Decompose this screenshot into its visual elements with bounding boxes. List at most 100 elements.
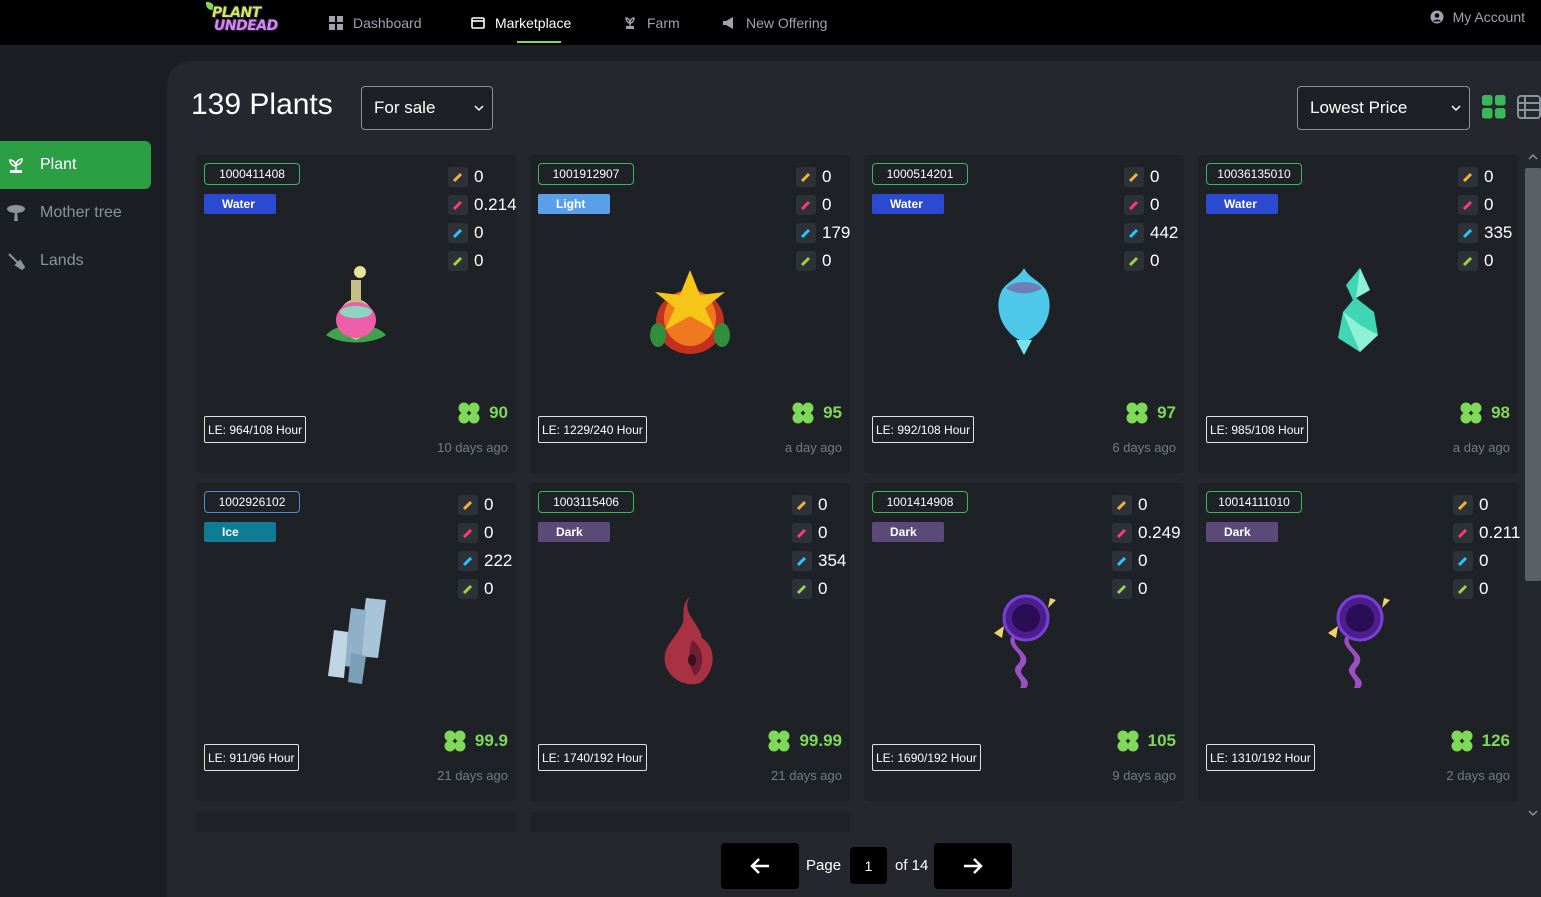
stat-value: 0 — [1150, 251, 1160, 270]
plant-card[interactable]: 1001912907 Light 0 0 179 0 LE: 1229/240 … — [530, 155, 850, 473]
element-label: Dark — [1224, 525, 1251, 539]
scrollbar-thumb[interactable] — [1525, 168, 1541, 581]
clover-icon — [768, 730, 790, 752]
price: 98 — [1459, 401, 1510, 425]
page-title: 139 Plants — [191, 88, 333, 121]
sidebar-item-mother-tree[interactable]: Mother tree — [0, 189, 151, 237]
multicolor-potion-icon — [796, 251, 816, 271]
yellow-potion-icon — [1453, 495, 1473, 515]
scroll-up-arrow-icon[interactable] — [1525, 152, 1541, 162]
plant-card[interactable]: 10036135010 Water 0 0 335 0 LE: 985/108 … — [1198, 155, 1518, 473]
grid-view-icon[interactable] — [1482, 95, 1506, 119]
previous-page-button[interactable] — [721, 843, 799, 889]
stat-value: 0 — [1479, 579, 1489, 598]
nav-new-offering[interactable]: New Offering — [722, 0, 827, 45]
multicolor-potion-icon — [1458, 251, 1478, 271]
stat-value: 0 — [818, 579, 828, 598]
nav-dashboard[interactable]: Dashboard — [329, 0, 422, 45]
plant-id-badge: 1001414908 — [872, 491, 968, 513]
list-view-icon[interactable] — [1517, 95, 1541, 119]
listing-age: a day ago — [784, 440, 842, 455]
active-tab-underline — [517, 41, 561, 43]
price: 105 — [1116, 729, 1176, 753]
page-label: Page — [806, 857, 842, 874]
plant-id-badge: 1000514201 — [872, 163, 968, 185]
stat-value: 0 — [822, 167, 832, 186]
element-badge-water: Water — [204, 194, 276, 214]
plant-card-partial[interactable] — [530, 812, 850, 832]
stat-value: 179 — [822, 223, 851, 242]
blue-bud-plant-image — [998, 268, 1050, 355]
stats-list: 0 0 354 0 — [792, 491, 846, 603]
stat-value: 442 — [1150, 223, 1179, 242]
multicolor-potion-icon — [1124, 251, 1144, 271]
price-value: 105 — [1147, 731, 1176, 750]
blue-potion-icon — [458, 551, 478, 571]
element-badge-light: Light — [538, 194, 610, 214]
nav-farm-label: Farm — [647, 14, 680, 31]
price: 126 — [1450, 729, 1510, 753]
stat-value: 0 — [1479, 495, 1489, 514]
yellow-potion-icon — [1112, 495, 1132, 515]
megaphone-icon — [723, 16, 733, 29]
plant-vs-undead-logo[interactable]: PLANT UNDEAD — [204, 2, 284, 36]
price: 90 — [457, 401, 508, 425]
chevron-down-icon — [1451, 105, 1461, 112]
listing-age: 21 days ago — [771, 768, 842, 783]
scroll-down-arrow-icon[interactable] — [1525, 808, 1541, 818]
nav-dashboard-label: Dashboard — [353, 14, 422, 31]
listing-age: 2 days ago — [1446, 768, 1510, 783]
plant-id-badge: 1003115406 — [538, 491, 634, 513]
yellow-potion-icon — [1458, 167, 1478, 187]
plant-card[interactable]: 1000411408 Water 0 0.214 0 0 LE: 964/108… — [196, 155, 517, 473]
plant-card-partial[interactable] — [196, 812, 516, 832]
stat-value: 0 — [1150, 195, 1160, 214]
plant-card[interactable]: 10014111010 Dark 0 0.211 0 0 LE: 1310/19… — [1198, 483, 1520, 801]
stat-value: 0 — [484, 579, 494, 598]
dark-orb-plant-image — [1328, 594, 1390, 688]
farm-icon — [625, 16, 635, 29]
blue-potion-icon — [1458, 223, 1478, 243]
stat-value: 0.214 — [474, 195, 517, 214]
sale-filter-select[interactable]: For sale — [361, 86, 493, 130]
life-energy-badge: LE: 911/96 Hour — [204, 744, 299, 771]
element-label: Dark — [556, 525, 583, 539]
plant-id-badge: 1001912907 — [538, 163, 634, 185]
plant-card[interactable]: 1000514201 Water 0 0 442 0 LE: 992/108 H… — [864, 155, 1184, 473]
nav-farm[interactable]: Farm — [623, 0, 680, 45]
stats-list: 0 0 442 0 — [1124, 163, 1178, 275]
sidebar-item-label: Plant — [40, 156, 77, 173]
plant-card[interactable]: 1001414908 Dark 0 0.249 0 0 LE: 1690/192… — [864, 483, 1184, 801]
my-account-link[interactable]: My Account — [1430, 0, 1525, 33]
sidebar-item-lands[interactable]: Lands — [0, 237, 151, 285]
stat-value: 0 — [1484, 167, 1494, 186]
yellow-potion-icon — [458, 495, 478, 515]
multicolor-potion-icon — [1453, 579, 1473, 599]
sort-select[interactable]: Lowest Price — [1297, 86, 1470, 130]
life-energy-badge: LE: 1229/240 Hour — [538, 416, 647, 443]
current-page-input[interactable]: 1 — [850, 847, 887, 884]
sidebar-item-label: Mother tree — [40, 204, 122, 221]
stat-value: 0 — [1150, 167, 1160, 186]
stat-value: 222 — [484, 551, 513, 570]
life-energy-badge: LE: 992/108 Hour — [872, 416, 975, 443]
plant-id-badge: 1002926102 — [204, 491, 300, 513]
blue-potion-icon — [792, 551, 812, 571]
red-potion-icon — [1112, 523, 1132, 543]
sort-value: Lowest Price — [1310, 98, 1408, 117]
plant-card[interactable]: 1003115406 Dark 0 0 354 0 LE: 1740/192 H… — [530, 483, 850, 801]
stat-value: 0 — [474, 251, 484, 270]
blue-potion-icon — [1112, 551, 1132, 571]
blue-potion-icon — [796, 223, 816, 243]
life-energy-badge: LE: 985/108 Hour — [1206, 416, 1309, 443]
plant-card[interactable]: 1002926102 Ice 0 0 222 0 LE: 911/96 Hour… — [196, 483, 516, 801]
next-page-button[interactable] — [934, 843, 1012, 889]
sidebar-item-plant[interactable]: Plant — [0, 141, 151, 189]
plant-icon — [9, 158, 23, 173]
multicolor-potion-icon — [1112, 579, 1132, 599]
nav-marketplace[interactable]: Marketplace — [471, 0, 571, 45]
sidebar-item-label: Lands — [40, 252, 84, 269]
element-badge-dark: Dark — [1206, 522, 1278, 542]
price: 99.9 — [443, 729, 508, 753]
price-value: 97 — [1157, 403, 1176, 422]
